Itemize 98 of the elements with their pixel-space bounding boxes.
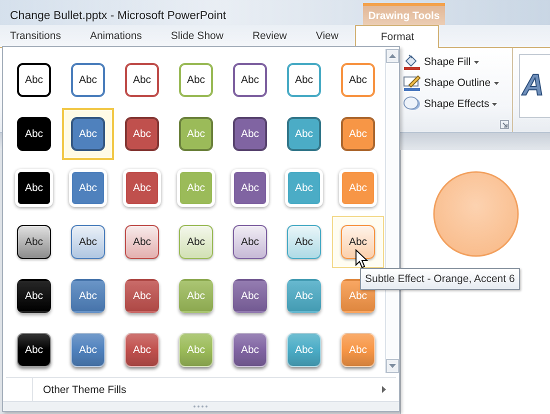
- style-swatch: Abc: [233, 63, 267, 97]
- style-option[interactable]: Abc: [332, 216, 384, 268]
- pencil-line-icon: [403, 75, 422, 91]
- style-option[interactable]: Abc: [224, 216, 276, 268]
- style-option[interactable]: Abc: [116, 324, 168, 376]
- style-option[interactable]: Abc: [116, 108, 168, 160]
- ribbon-tab[interactable]: Animations: [78, 25, 153, 47]
- ribbon-tab[interactable]: Slide Show: [160, 25, 234, 47]
- menu-item[interactable]: Other Theme Fills: [33, 378, 396, 402]
- ribbon-command-button[interactable]: Shape Fill: [403, 53, 512, 71]
- resize-grip-icon[interactable]: [193, 405, 209, 408]
- style-option[interactable]: Abc: [116, 162, 168, 214]
- style-swatch: Abc: [179, 333, 213, 367]
- style-swatch: Abc: [179, 63, 213, 97]
- style-swatch: Abc: [233, 279, 267, 313]
- style-swatch: Abc: [71, 279, 105, 313]
- style-swatch: Abc: [17, 63, 51, 97]
- style-swatch: Abc: [179, 225, 213, 259]
- style-swatch: Abc: [177, 169, 215, 207]
- style-swatch: Abc: [71, 225, 105, 259]
- style-swatch: Abc: [17, 225, 51, 259]
- style-option[interactable]: Abc: [278, 216, 330, 268]
- ribbon-tab[interactable]: Format: [355, 25, 440, 48]
- wordart-letter: A: [520, 71, 544, 101]
- circle-shape[interactable]: [432, 170, 520, 258]
- style-option[interactable]: Abc: [116, 270, 168, 322]
- style-swatch: Abc: [341, 117, 375, 151]
- style-swatch: Abc: [287, 117, 321, 151]
- style-swatch: Abc: [231, 169, 269, 207]
- style-swatch: Abc: [71, 333, 105, 367]
- paint-bucket-icon: [403, 54, 422, 70]
- style-swatch: Abc: [125, 117, 159, 151]
- tooltip: Subtle Effect - Orange, Accent 6: [360, 268, 520, 290]
- style-option[interactable]: Abc: [116, 216, 168, 268]
- style-swatch: Abc: [17, 333, 51, 367]
- style-option[interactable]: Abc: [224, 54, 276, 106]
- style-option[interactable]: Abc: [62, 162, 114, 214]
- ribbon-command-button[interactable]: Shape Outline: [403, 74, 512, 92]
- style-option[interactable]: Abc: [62, 108, 114, 160]
- style-swatch: Abc: [17, 279, 51, 313]
- dialog-launcher-icon[interactable]: [500, 120, 510, 129]
- dropdown-caret-icon: [492, 102, 498, 106]
- ribbon-tab[interactable]: Review: [241, 25, 298, 47]
- style-option[interactable]: Abc: [170, 216, 222, 268]
- style-swatch: Abc: [179, 279, 213, 313]
- style-swatch: Abc: [233, 225, 267, 259]
- style-swatch: Abc: [179, 117, 213, 151]
- style-option[interactable]: Abc: [8, 162, 60, 214]
- style-option[interactable]: Abc: [62, 324, 114, 376]
- style-option[interactable]: Abc: [170, 54, 222, 106]
- style-swatch: Abc: [71, 117, 105, 151]
- contextual-tab-header: Drawing Tools: [363, 3, 445, 25]
- submenu-arrow-icon: [382, 386, 386, 394]
- ribbon-tab[interactable]: View: [304, 25, 350, 47]
- scroll-up-icon[interactable]: [386, 49, 399, 63]
- style-option[interactable]: Abc: [332, 54, 384, 106]
- style-swatch: Abc: [125, 333, 159, 367]
- style-swatch: Abc: [285, 169, 323, 207]
- ribbon-command-button[interactable]: Shape Effects: [403, 95, 512, 113]
- style-option[interactable]: Abc: [62, 270, 114, 322]
- style-option[interactable]: Abc: [224, 324, 276, 376]
- style-option[interactable]: Abc: [62, 216, 114, 268]
- style-option[interactable]: Abc: [116, 54, 168, 106]
- style-swatch: Abc: [15, 169, 53, 207]
- style-swatch: Abc: [125, 63, 159, 97]
- mouse-pointer-icon: [355, 249, 369, 269]
- style-swatch: Abc: [341, 63, 375, 97]
- style-swatch: Abc: [287, 279, 321, 313]
- style-swatch: Abc: [17, 117, 51, 151]
- style-swatch: Abc: [71, 63, 105, 97]
- style-swatch: Abc: [233, 117, 267, 151]
- style-swatch: Abc: [287, 333, 321, 367]
- dropdown-caret-icon: [474, 60, 479, 64]
- shape-effects-icon: [403, 96, 422, 112]
- style-swatch: Abc: [287, 63, 321, 97]
- style-option[interactable]: Abc: [224, 108, 276, 160]
- style-swatch: Abc: [123, 169, 161, 207]
- style-option[interactable]: Abc: [8, 108, 60, 160]
- dropdown-caret-icon: [494, 82, 499, 84]
- style-swatch: Abc: [341, 333, 375, 367]
- style-option[interactable]: Abc: [62, 54, 114, 106]
- style-option[interactable]: Abc: [8, 324, 60, 376]
- style-option[interactable]: Abc: [224, 162, 276, 214]
- style-swatch: Abc: [125, 279, 159, 313]
- window-title: Change Bullet.pptx - Microsoft PowerPoint: [9, 10, 226, 24]
- scroll-down-icon[interactable]: [386, 359, 399, 373]
- style-option[interactable]: Abc: [8, 216, 60, 268]
- style-swatch: Abc: [341, 225, 375, 259]
- style-swatch: Abc: [125, 225, 159, 259]
- style-option[interactable]: Abc: [8, 54, 60, 106]
- style-option[interactable]: Abc: [278, 54, 330, 106]
- ribbon-tab[interactable]: Transitions: [0, 25, 72, 47]
- style-option[interactable]: Abc: [224, 270, 276, 322]
- style-option[interactable]: Abc: [8, 270, 60, 322]
- style-swatch: Abc: [339, 169, 377, 207]
- style-swatch: Abc: [69, 169, 107, 207]
- style-swatch: Abc: [287, 225, 321, 259]
- style-swatch: Abc: [233, 333, 267, 367]
